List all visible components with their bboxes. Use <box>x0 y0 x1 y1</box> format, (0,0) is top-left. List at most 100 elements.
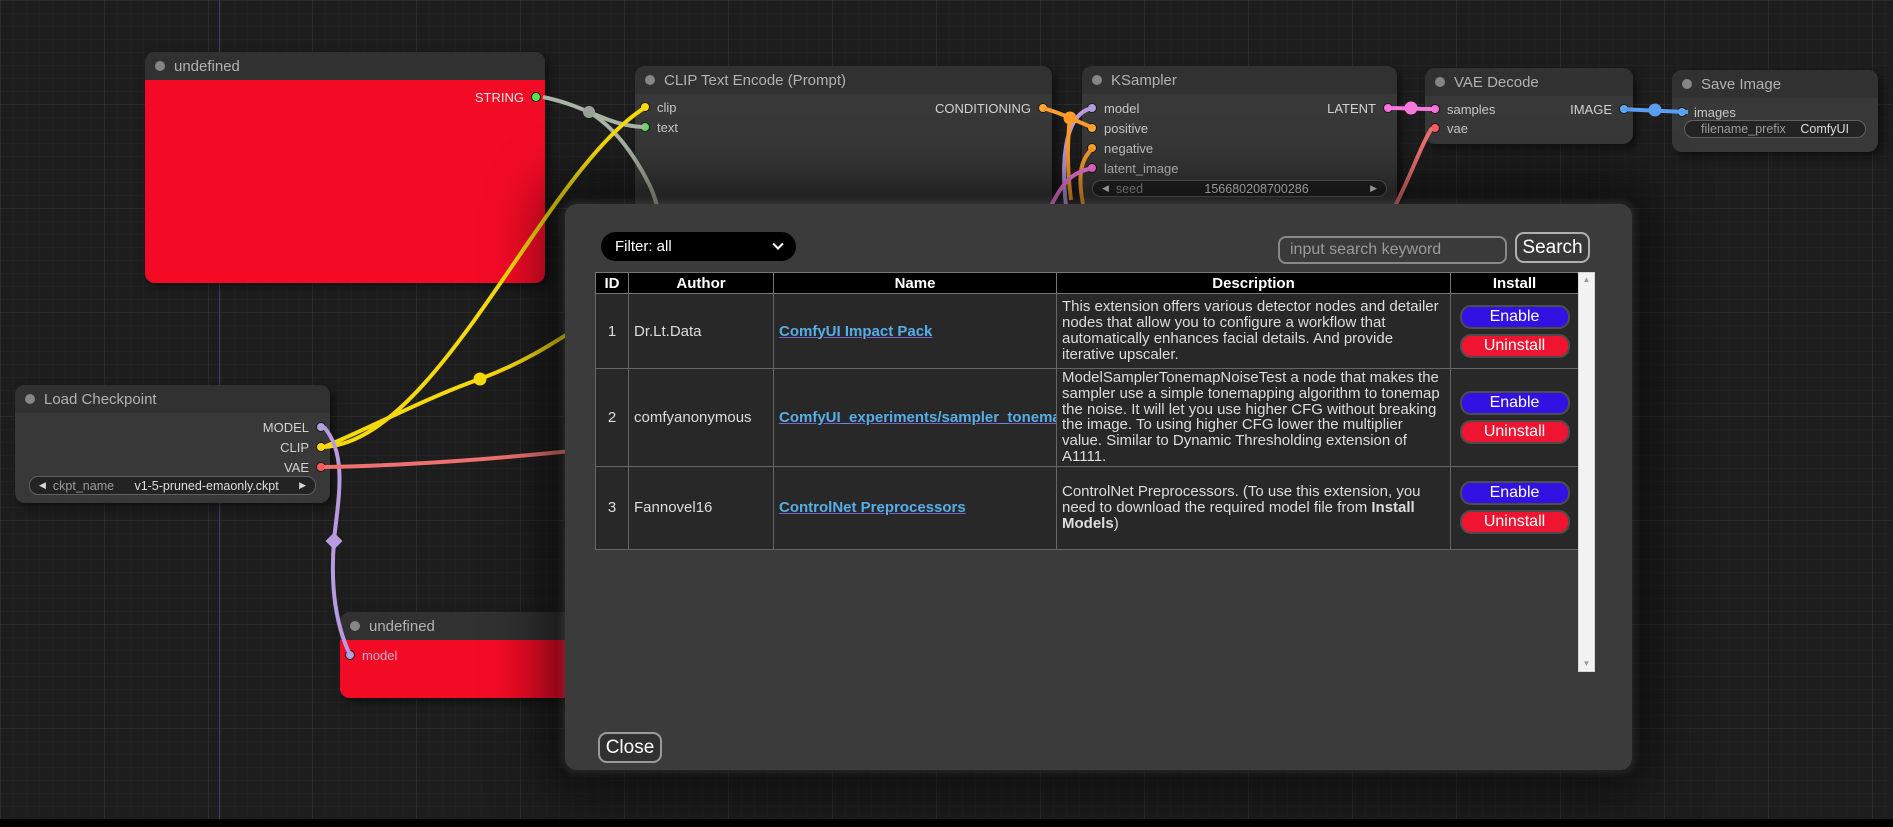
input-slot-vae[interactable]: vae <box>1430 120 1468 136</box>
reroute-diamond-model[interactable] <box>326 533 343 550</box>
reroute-dot-image[interactable] <box>1649 104 1662 117</box>
node-title-bar[interactable]: VAE Decode <box>1425 68 1633 96</box>
scroll-down-icon[interactable]: ▼ <box>1579 657 1594 671</box>
reroute-dot-conditioning[interactable] <box>1064 112 1077 125</box>
search-button[interactable]: Search <box>1515 232 1590 263</box>
cell-description: ControlNet Preprocessors. (To use this e… <box>1057 466 1451 549</box>
table-header-row: ID Author Name Description Install <box>596 273 1579 294</box>
input-dot-model[interactable] <box>345 650 355 660</box>
output-dot-string[interactable] <box>531 92 541 102</box>
decrement-arrow-icon[interactable]: ◀ <box>1102 184 1109 193</box>
input-dot-negative[interactable] <box>1087 143 1097 153</box>
widget-label: ckpt_name <box>53 479 114 493</box>
table-scrollbar[interactable]: ▲ ▼ <box>1578 272 1595 672</box>
node-undefined-string[interactable]: undefined STRING <box>145 52 545 283</box>
reroute-dot-latent[interactable] <box>1405 102 1418 115</box>
seed-widget[interactable]: ◀ seed 156680208700286 ▶ <box>1092 180 1387 197</box>
enable-button[interactable]: Enable <box>1460 305 1570 329</box>
output-dot-model[interactable] <box>316 422 326 432</box>
search-input[interactable] <box>1278 236 1507 264</box>
output-dot-image[interactable] <box>1619 104 1629 114</box>
scroll-up-icon[interactable]: ▲ <box>1579 273 1594 287</box>
output-slot-model[interactable]: MODEL <box>263 419 326 435</box>
node-title-bar[interactable]: undefined <box>340 612 575 640</box>
input-dot-clip[interactable] <box>640 102 650 112</box>
collapse-dot-icon[interactable] <box>350 621 360 631</box>
col-header-author: Author <box>629 273 774 294</box>
node-clip-text-encode[interactable]: CLIP Text Encode (Prompt) clip text COND… <box>635 66 1052 216</box>
col-header-description: Description <box>1057 273 1451 294</box>
input-slot-clip[interactable]: clip <box>640 99 677 115</box>
increment-arrow-icon[interactable]: ▶ <box>1370 184 1377 193</box>
cell-author: comfyanonymous <box>629 369 774 467</box>
cell-id: 1 <box>596 294 629 369</box>
node-save-image[interactable]: Save Image images filename_prefix ComfyU… <box>1672 70 1878 152</box>
input-dot-positive[interactable] <box>1087 123 1097 133</box>
enable-button[interactable]: Enable <box>1460 391 1570 415</box>
next-arrow-icon[interactable]: ▶ <box>299 481 306 490</box>
input-dot-latent-image[interactable] <box>1087 163 1097 173</box>
node-title: Save Image <box>1701 76 1781 93</box>
widget-label: filename_prefix <box>1701 122 1786 136</box>
output-slot-latent[interactable]: LATENT <box>1327 100 1393 116</box>
output-slot-clip[interactable]: CLIP <box>280 439 326 455</box>
prev-arrow-icon[interactable]: ◀ <box>39 481 46 490</box>
input-slot-latent-image[interactable]: latent_image <box>1087 160 1178 176</box>
collapse-dot-icon[interactable] <box>155 61 165 71</box>
col-header-id: ID <box>596 273 629 294</box>
input-slot-model[interactable]: model <box>1087 100 1139 116</box>
reroute-dot-string[interactable] <box>583 106 595 118</box>
output-dot-conditioning[interactable] <box>1038 103 1048 113</box>
ckpt-name-widget[interactable]: ◀ ckpt_name v1-5-pruned-emaonly.ckpt ▶ <box>29 476 316 495</box>
input-dot-samples[interactable] <box>1430 104 1440 114</box>
collapse-dot-icon[interactable] <box>1435 77 1445 87</box>
node-ksampler[interactable]: KSampler model positive negative latent_… <box>1082 66 1397 216</box>
input-dot-text[interactable] <box>640 122 650 132</box>
node-title-bar[interactable]: Save Image <box>1672 70 1878 98</box>
output-dot-latent[interactable] <box>1383 103 1393 113</box>
node-title-bar[interactable]: undefined <box>145 52 545 80</box>
node-undefined-model[interactable]: undefined model <box>340 612 575 698</box>
filter-select[interactable]: Filter: all <box>601 232 796 261</box>
collapse-dot-icon[interactable] <box>645 75 655 85</box>
output-slot-vae[interactable]: VAE <box>284 459 326 475</box>
input-slot-model[interactable]: model <box>345 647 397 663</box>
node-load-checkpoint[interactable]: Load Checkpoint MODEL CLIP VAE ◀ ckpt_na… <box>15 385 330 503</box>
input-slot-text[interactable]: text <box>640 119 678 135</box>
input-slot-negative[interactable]: negative <box>1087 140 1153 156</box>
extension-link[interactable]: ComfyUI Impact Pack <box>779 323 932 340</box>
extension-link[interactable]: ComfyUI_experiments/sampler_tonemap <box>779 409 1057 426</box>
close-button[interactable]: Close <box>598 732 662 763</box>
table-row: 3 Fannovel16 ControlNet Preprocessors Co… <box>596 466 1579 549</box>
collapse-dot-icon[interactable] <box>1092 75 1102 85</box>
table-row: 2 comfyanonymous ComfyUI_experiments/sam… <box>596 369 1579 467</box>
filename-prefix-widget[interactable]: filename_prefix ComfyUI <box>1684 120 1866 138</box>
input-dot-vae[interactable] <box>1430 123 1440 133</box>
node-title-bar[interactable]: KSampler <box>1082 66 1397 94</box>
extension-link[interactable]: ControlNet Preprocessors <box>779 499 966 516</box>
node-title-bar[interactable]: Load Checkpoint <box>15 385 330 413</box>
node-graph-canvas[interactable]: undefined STRING CLIP Text Encode (Promp… <box>0 0 1893 827</box>
col-header-install: Install <box>1451 273 1579 294</box>
input-slot-samples[interactable]: samples <box>1430 101 1495 117</box>
table-row: 1 Dr.Lt.Data ComfyUI Impact Pack This ex… <box>596 294 1579 369</box>
input-slot-images[interactable]: images <box>1677 104 1736 120</box>
node-title-bar[interactable]: CLIP Text Encode (Prompt) <box>635 66 1052 94</box>
uninstall-button[interactable]: Uninstall <box>1460 334 1570 358</box>
reroute-dot-clip[interactable] <box>474 373 487 386</box>
input-dot-model[interactable] <box>1087 103 1097 113</box>
canvas-edge <box>0 819 1893 827</box>
uninstall-button[interactable]: Uninstall <box>1460 510 1570 534</box>
output-dot-clip[interactable] <box>316 442 326 452</box>
output-slot-conditioning[interactable]: CONDITIONING <box>935 100 1048 116</box>
enable-button[interactable]: Enable <box>1460 481 1570 505</box>
uninstall-button[interactable]: Uninstall <box>1460 420 1570 444</box>
input-dot-images[interactable] <box>1677 107 1687 117</box>
collapse-dot-icon[interactable] <box>25 394 35 404</box>
collapse-dot-icon[interactable] <box>1682 79 1692 89</box>
output-slot-string[interactable]: STRING <box>475 89 541 105</box>
input-slot-positive[interactable]: positive <box>1087 120 1148 136</box>
output-dot-vae[interactable] <box>316 462 326 472</box>
output-slot-image[interactable]: IMAGE <box>1570 101 1629 117</box>
node-vae-decode[interactable]: VAE Decode samples vae IMAGE <box>1425 68 1633 144</box>
